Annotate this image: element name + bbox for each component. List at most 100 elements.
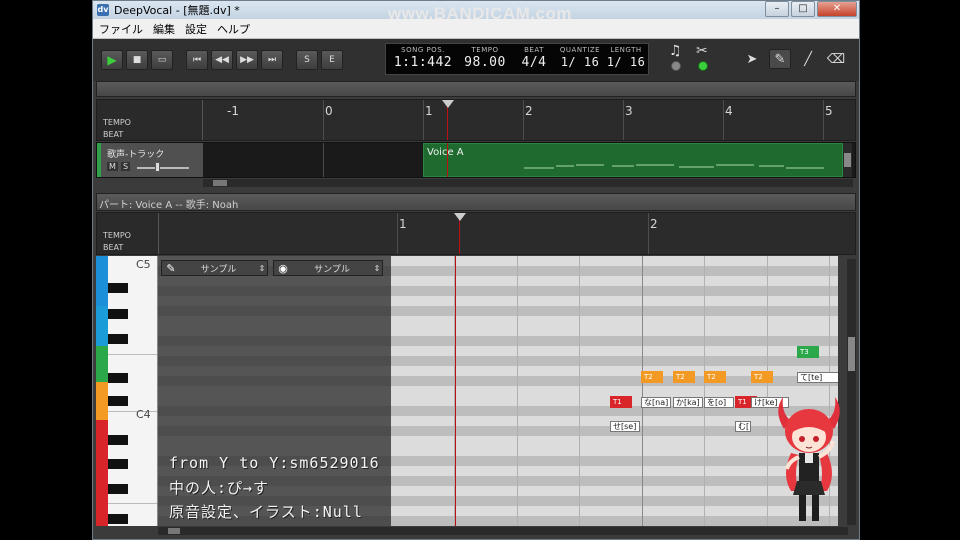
tempo-label: TEMPO [471, 46, 499, 54]
part-header-text: パート: Voice A -- 歌手: Noah [99, 200, 239, 211]
lcd-display: SONG POS. 1:1:442 TEMPO 98.00 BEAT 4/4 Q… [385, 43, 649, 75]
bar-number: 3 [625, 104, 633, 118]
quantize-select[interactable]: 1/ 16 [556, 55, 604, 69]
length-select[interactable]: 1/ 16 [604, 55, 648, 69]
solo-button[interactable]: S [121, 162, 131, 171]
piano-playhead [455, 256, 456, 526]
arrange-header-strip [96, 81, 856, 97]
bar-number: -1 [227, 104, 239, 118]
character-illustration [778, 397, 840, 521]
go-to-end-button[interactable]: ⏭ [261, 50, 283, 70]
arrange-playhead[interactable] [447, 106, 448, 140]
marker-start-button[interactable]: S [296, 50, 318, 70]
app-window: dv DeepVocal - [無題.dv] * – □ ✕ ファイル 編集 設… [92, 0, 860, 540]
pencil-tool-icon[interactable]: ✎ [769, 49, 791, 69]
arrange-ruler[interactable]: TEMPO BEAT -1 0 1 2 3 4 5 [96, 99, 856, 141]
note-block[interactable]: む[ [735, 421, 751, 432]
note-block[interactable]: を[o] [704, 397, 734, 408]
view-parameter-select[interactable]: ◉ サンプル ⇕ [273, 260, 383, 276]
transport-toolbar: ▶ ■ ▭ ⏮ ◀◀ ▶▶ ⏭ S E SONG POS. 1:1:442 TE… [93, 39, 859, 81]
go-to-start-button[interactable]: ⏮ [186, 50, 208, 70]
note-flag-t2[interactable]: T2 [704, 371, 726, 383]
note-block[interactable]: せ[se] [610, 421, 640, 432]
note-flag-t3[interactable]: T3 [797, 346, 819, 358]
note-flag-t2[interactable]: T2 [751, 371, 773, 383]
beat-value[interactable]: 4/4 [514, 55, 554, 70]
chevron-updown-icon: ⇕ [258, 263, 266, 273]
menu-edit[interactable]: 編集 [153, 21, 175, 37]
app-logo-icon: dv [97, 4, 109, 16]
menu-settings[interactable]: 設定 [185, 21, 207, 37]
part-header-strip: パート: Voice A -- 歌手: Noah [96, 193, 856, 211]
playhead-marker-icon[interactable] [442, 100, 454, 108]
close-button[interactable]: ✕ [817, 1, 857, 17]
length-label: LENGTH [610, 46, 642, 54]
note-flag-t2[interactable]: T2 [673, 371, 695, 383]
bar-number: 1 [399, 217, 407, 231]
track-name: 歌声-トラック [107, 150, 165, 160]
beat-row-label: BEAT [103, 130, 124, 139]
menu-bar: ファイル 編集 設定 ヘルプ [93, 19, 859, 39]
tempo-value[interactable]: 98.00 [460, 55, 510, 70]
track-header[interactable]: 歌声-トラック M S [97, 143, 203, 177]
marker-end-button[interactable]: E [321, 50, 343, 70]
maximize-button[interactable]: □ [791, 1, 815, 17]
menu-file[interactable]: ファイル [99, 21, 143, 37]
title-bar: dv DeepVocal - [無題.dv] * – □ ✕ [93, 1, 859, 19]
chevron-updown-icon: ⇕ [373, 263, 381, 273]
bar-number: 5 [825, 104, 833, 118]
voice-part-block[interactable]: Voice A [423, 143, 843, 177]
fast-forward-button[interactable]: ▶▶ [236, 50, 258, 70]
play-button[interactable]: ▶ [101, 50, 123, 70]
pencil-parameter-select[interactable]: ✎ サンプル ⇕ [161, 260, 268, 276]
bar-number: 2 [525, 104, 533, 118]
tools-icon[interactable]: ✂ [696, 43, 708, 59]
note-flag-t1[interactable]: T1 [610, 396, 632, 408]
quantize-label: QUANTIZE [559, 46, 601, 54]
window-title: DeepVocal - [無題.dv] * [114, 4, 240, 17]
key-label-c5: C5 [136, 258, 151, 271]
piano-keyboard[interactable]: C5 C4 [96, 256, 158, 526]
note-flag-t2[interactable]: T2 [641, 371, 663, 383]
eye-icon: ◉ [278, 261, 288, 275]
part-pitch-preview [524, 164, 824, 169]
arrow-tool-icon[interactable]: ➤ [741, 49, 763, 69]
playhead-marker-icon[interactable] [454, 213, 466, 221]
credit-line: 中の人:ぴ→す [169, 479, 270, 497]
line-tool-icon[interactable]: ╱ [797, 49, 819, 69]
pencil-icon: ✎ [166, 261, 176, 275]
beat-row-label: BEAT [103, 243, 124, 252]
bar-number: 1 [425, 104, 433, 118]
credit-line: 原音設定、イラスト:Null [169, 503, 363, 521]
rewind-button[interactable]: ◀◀ [211, 50, 233, 70]
tempo-row-label: TEMPO [103, 118, 131, 127]
volume-slider[interactable] [137, 167, 189, 169]
track-row: 歌声-トラック M S Voice A [96, 142, 856, 178]
bar-number: 0 [325, 104, 333, 118]
key-label-c4: C4 [136, 408, 151, 421]
note-block[interactable]: か[ka] [673, 397, 703, 408]
piano-roll-ruler[interactable]: TEMPO BEAT 1 2 [96, 212, 856, 255]
menu-help[interactable]: ヘルプ [217, 21, 250, 37]
song-pos-value: 1:1:442 [393, 55, 453, 70]
tempo-row-label: TEMPO [103, 231, 131, 240]
beat-label: BEAT [524, 46, 544, 54]
arrange-hscrollbar[interactable] [203, 179, 853, 187]
credit-line: from Y to Y:sm6529016 [169, 454, 380, 472]
mute-button[interactable]: M [107, 162, 118, 171]
volume-slider-thumb[interactable] [155, 162, 160, 172]
note-block[interactable]: て[te] [797, 372, 838, 383]
music-note-icon[interactable]: ♫ [669, 43, 682, 59]
note-block[interactable]: な[na] [641, 397, 671, 408]
eraser-tool-icon[interactable]: ⌫ [825, 49, 847, 69]
piano-roll-hscrollbar[interactable] [158, 527, 848, 535]
loop-button[interactable]: ▭ [151, 50, 173, 70]
minimize-button[interactable]: – [765, 1, 789, 17]
bar-number: 2 [650, 217, 658, 231]
bar-number: 4 [725, 104, 733, 118]
record-led[interactable] [698, 61, 708, 71]
metronome-led[interactable] [671, 61, 681, 71]
song-pos-label: SONG POS. [401, 46, 445, 54]
stop-button[interactable]: ■ [126, 50, 148, 70]
track-scrollbar[interactable] [843, 143, 852, 177]
